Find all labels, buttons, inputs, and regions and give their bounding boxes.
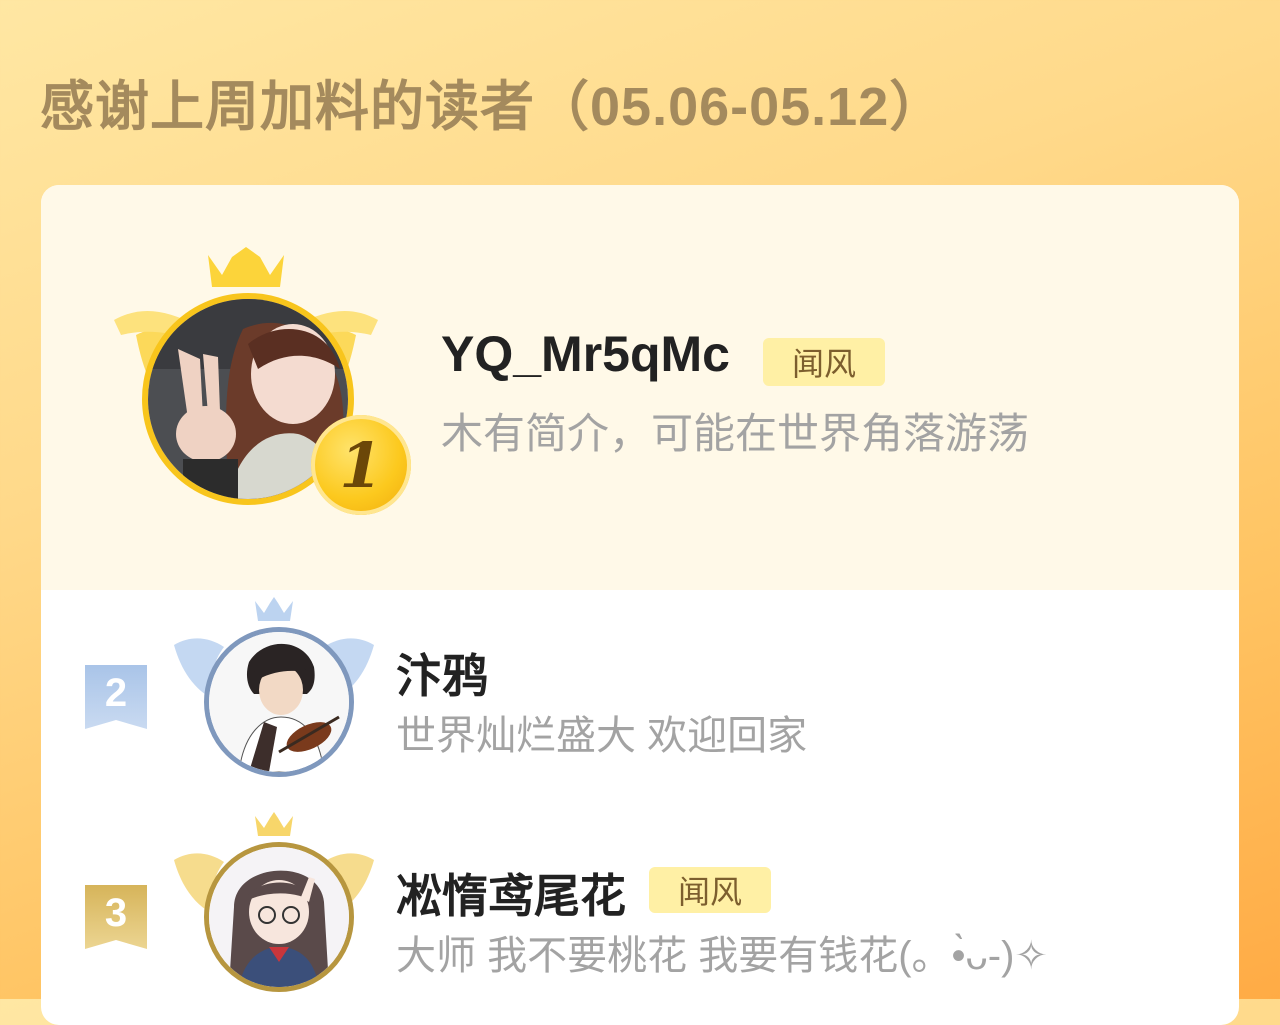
- rank-2-flag: 2: [85, 665, 147, 729]
- rank-1-username[interactable]: YQ_Mr5qMc: [441, 325, 730, 383]
- page-title: 感谢上周加料的读者（05.06-05.12）: [40, 77, 945, 137]
- rank-2-bio: 世界灿烂盛大 欢迎回家: [396, 714, 808, 758]
- rank-3-username[interactable]: 凇惰鸢尾花: [396, 860, 626, 926]
- rank-3-badge: 闻风: [649, 867, 771, 913]
- rank-3-flag: 3: [85, 885, 147, 949]
- avatar[interactable]: [204, 627, 354, 777]
- leaderboard-card: 1 YQ_Mr5qMc 闻风 木有简介，可能在世界角落游荡 2 汴鸦 世界灿烂盛…: [41, 185, 1239, 1025]
- rank-2-username[interactable]: 汴鸦: [396, 640, 488, 706]
- rank-1-badge: 闻风: [763, 338, 885, 386]
- rank-2-entry[interactable]: [169, 595, 379, 785]
- rank-1-entry[interactable]: 1: [96, 245, 411, 525]
- avatar[interactable]: [204, 842, 354, 992]
- rank-1-bio: 木有简介，可能在世界角落游荡: [441, 410, 1030, 457]
- rank-3-bio: 大师 我不要桃花 我要有钱花(。•̀ᴗ-)✧: [396, 934, 1048, 978]
- rank-1-medal: 1: [311, 415, 411, 515]
- rank-3-entry[interactable]: [169, 810, 379, 1000]
